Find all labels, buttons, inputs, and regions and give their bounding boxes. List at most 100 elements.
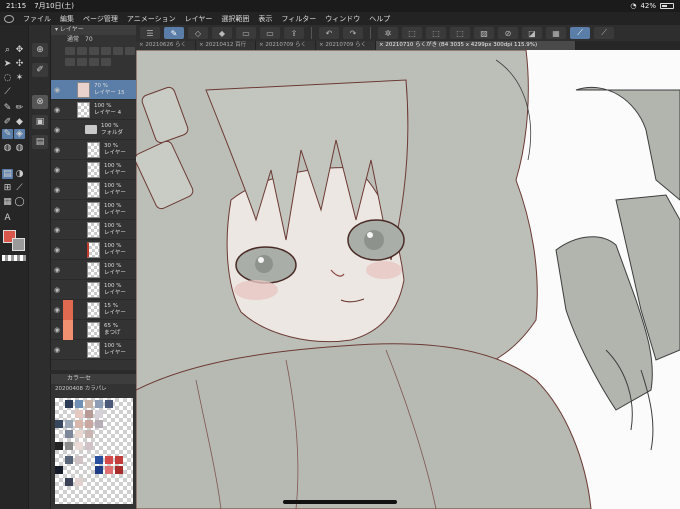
color-swatch[interactable]: [95, 410, 103, 418]
transform-icon[interactable]: ⬚: [402, 27, 422, 39]
color-swatch[interactable]: [85, 410, 93, 418]
menu-layer[interactable]: レイヤー: [185, 14, 213, 24]
layer-row[interactable]: ◉ 100 % レイヤー: [51, 180, 137, 200]
select-all-icon[interactable]: ⬚: [426, 27, 446, 39]
layer-tool-icon[interactable]: [101, 47, 111, 55]
layer-lock-cell[interactable]: [63, 140, 73, 160]
clear-icon[interactable]: ⊘: [498, 27, 518, 39]
eye-icon[interactable]: ◉: [51, 346, 63, 354]
layer-row[interactable]: ◉ 15 % レイヤー: [51, 299, 137, 320]
subtool-icon[interactable]: ▤: [32, 135, 48, 149]
color-set-name[interactable]: 20200408 カラパレ: [51, 384, 136, 394]
layer-lock-cell[interactable]: [63, 120, 73, 140]
layer-lock-cell[interactable]: [63, 200, 73, 220]
tab-document[interactable]: × 20210709 らく: [316, 41, 376, 50]
crop-icon[interactable]: ◪: [522, 27, 542, 39]
menu-file[interactable]: ファイル: [23, 14, 51, 24]
layer-lock-cell[interactable]: [63, 260, 73, 280]
color-swatch[interactable]: [105, 466, 113, 474]
eye-icon[interactable]: ◉: [51, 86, 63, 94]
layer-lock-cell[interactable]: [63, 220, 73, 240]
ruler-snap-icon[interactable]: ⟋: [570, 27, 590, 39]
layer-folder-row[interactable]: ◉ 100 % フォルダ: [51, 120, 137, 140]
menu-view[interactable]: 表示: [258, 14, 272, 24]
layer-tool-icon[interactable]: [77, 58, 87, 66]
drawing-canvas[interactable]: [136, 50, 680, 509]
eyedropper-icon[interactable]: ⟋: [2, 87, 13, 97]
color-swatch[interactable]: [65, 442, 73, 450]
layer-tool-icon[interactable]: [89, 58, 99, 66]
color-swatch[interactable]: [105, 400, 113, 408]
balloon-icon[interactable]: ◯: [14, 197, 25, 207]
layer-lock-cell[interactable]: [63, 280, 73, 300]
color-swatch[interactable]: [75, 400, 83, 408]
layer-tool-icon[interactable]: [113, 47, 123, 55]
figure-icon[interactable]: ◑: [14, 169, 25, 179]
color-swatch[interactable]: [75, 420, 83, 428]
gradient-icon[interactable]: ▤: [2, 169, 13, 179]
frame-icon[interactable]: ⊞: [2, 183, 13, 193]
eye-icon[interactable]: ◉: [51, 246, 63, 254]
color-swatch[interactable]: [55, 420, 63, 428]
layer-lock-cell[interactable]: [63, 340, 73, 360]
eye-icon[interactable]: ◉: [51, 206, 63, 214]
text-icon[interactable]: ▦: [2, 197, 13, 207]
menu-selection[interactable]: 選択範囲: [221, 14, 249, 24]
layer-tool-icon[interactable]: [65, 58, 75, 66]
ruler-tool-icon[interactable]: ⟋: [14, 183, 25, 193]
tab-document-active[interactable]: × 20210710 らくがき (B4 3035 x 4299px 300dpi…: [376, 41, 576, 50]
menu-page[interactable]: ページ管理: [83, 14, 118, 24]
layer-lock-cell[interactable]: [63, 80, 73, 100]
tab-document[interactable]: × 20210709 らく: [256, 41, 316, 50]
sub-color-swatch[interactable]: [12, 238, 25, 251]
deselect-icon[interactable]: ⬚: [450, 27, 470, 39]
opacity-value[interactable]: 70: [85, 35, 93, 45]
layer-lock-cell[interactable]: [63, 100, 73, 120]
eye-icon[interactable]: ◉: [51, 186, 63, 194]
layer-row[interactable]: ◉ 100 % レイヤー 4: [51, 100, 137, 120]
undo-icon[interactable]: ↶: [319, 27, 339, 39]
color-swatch[interactable]: [95, 400, 103, 408]
layer-row[interactable]: ◉ 100 % レイヤー: [51, 280, 137, 300]
blend-mode-select[interactable]: 通常: [67, 35, 79, 45]
hamburger-icon[interactable]: ☰: [140, 27, 160, 39]
color-swatch[interactable]: [75, 430, 83, 438]
pencil-icon[interactable]: ✏: [14, 103, 25, 113]
color-swatch[interactable]: [55, 466, 63, 474]
eraser-tool-icon[interactable]: ◈: [14, 129, 25, 139]
eye-icon[interactable]: ◉: [51, 226, 63, 234]
menu-animation[interactable]: アニメーション: [127, 14, 176, 24]
text-tool-icon[interactable]: A: [2, 213, 13, 223]
brush-icon[interactable]: ✐: [2, 117, 13, 127]
layer-tool-icon[interactable]: [125, 47, 135, 55]
airbrush-icon[interactable]: ◆: [14, 117, 25, 127]
layer-row[interactable]: ◉ 30 % レイヤー: [51, 140, 137, 160]
redo-icon[interactable]: ↷: [343, 27, 363, 39]
ruler-icon[interactable]: ⟋: [594, 27, 614, 39]
tab-document[interactable]: × 20210626 らく: [136, 41, 196, 50]
layer-tool-icon[interactable]: [89, 47, 99, 55]
layer-row[interactable]: ◉ 100 % レイヤー: [51, 200, 137, 220]
transparent-color-swatch[interactable]: [2, 255, 26, 261]
fill-tool-icon[interactable]: ◍: [14, 143, 25, 153]
menu-edit[interactable]: 編集: [60, 14, 74, 24]
subtool-icon[interactable]: ⊕: [32, 43, 48, 57]
move-layer-icon[interactable]: ✣: [14, 59, 25, 69]
tab-document[interactable]: × 20210412 百行: [196, 41, 256, 50]
zoom-icon[interactable]: ⌕: [2, 45, 13, 55]
color-swatch[interactable]: [75, 456, 83, 464]
blend-icon[interactable]: ◍: [2, 143, 13, 153]
eye-icon[interactable]: ◉: [51, 266, 63, 274]
folder-icon[interactable]: ▭: [260, 27, 280, 39]
layer-row[interactable]: ◉ 100 % レイヤー: [51, 220, 137, 240]
eye-icon[interactable]: ◉: [51, 166, 63, 174]
snap-icon[interactable]: ▦: [546, 27, 566, 39]
color-swatch[interactable]: [85, 442, 93, 450]
layer-row[interactable]: ◉ 70 % レイヤー 15: [51, 80, 137, 100]
color-swatch[interactable]: [65, 430, 73, 438]
app-logo-icon[interactable]: [4, 14, 14, 23]
color-swatch[interactable]: [115, 466, 123, 474]
layer-lock-cell[interactable]: [63, 160, 73, 180]
color-swatch[interactable]: [65, 400, 73, 408]
layer-row[interactable]: ◉ 100 % レイヤー: [51, 240, 137, 260]
